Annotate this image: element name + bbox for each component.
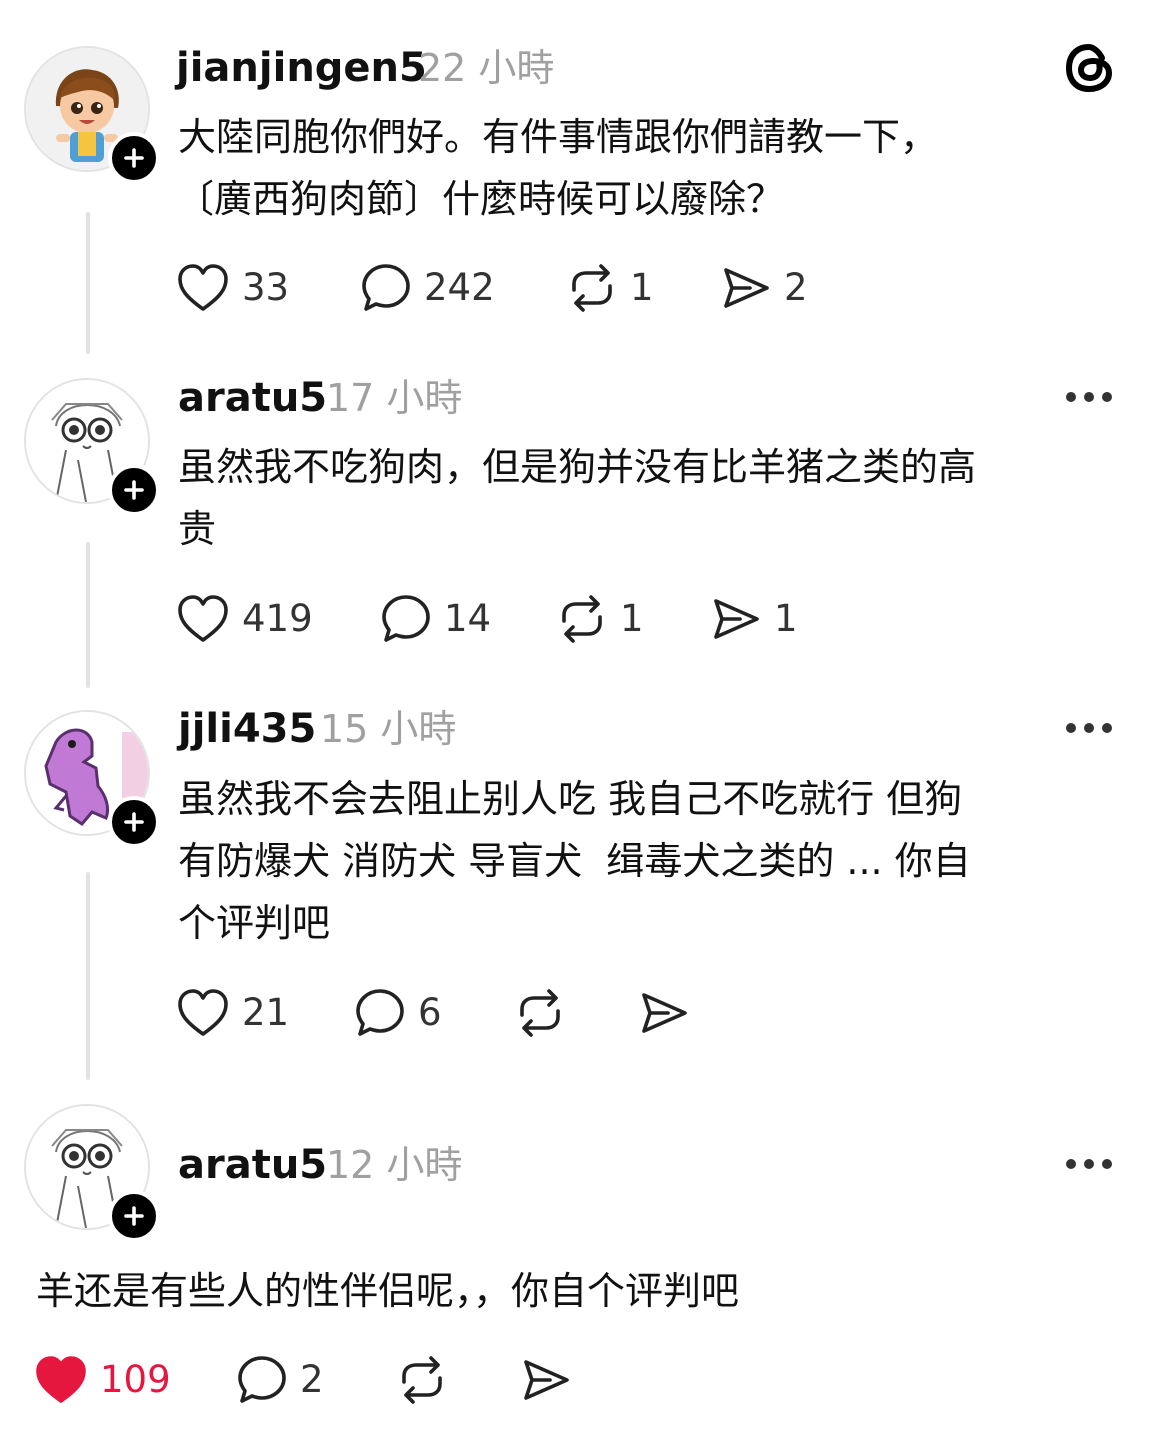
share-button[interactable]	[520, 1352, 572, 1408]
like-button[interactable]: 109	[34, 1352, 171, 1408]
share-button[interactable]: 2	[720, 260, 808, 316]
comment-icon	[362, 264, 410, 311]
reply-button[interactable]: 2	[236, 1352, 324, 1408]
more-icon[interactable]	[1064, 721, 1114, 735]
share-icon	[724, 268, 769, 308]
repost-icon	[520, 989, 560, 1037]
username[interactable]: aratu5	[178, 1141, 327, 1189]
repost-button[interactable]	[514, 985, 566, 1041]
like-count: 109	[100, 1358, 171, 1401]
comment-icon	[382, 595, 430, 642]
comment-icon	[356, 989, 404, 1036]
heart-icon	[178, 989, 228, 1036]
follow-plus-button[interactable]	[108, 464, 160, 516]
post-text-line: 贵	[178, 507, 217, 551]
post-text-line: 个评判吧	[178, 901, 331, 945]
like-button[interactable]: 419	[176, 591, 313, 647]
repost-icon	[562, 595, 602, 643]
plus-icon	[124, 812, 144, 832]
plus-icon	[124, 148, 144, 168]
post-text-line: 羊还是有些人的性伴侣呢，，你自个评判吧	[36, 1269, 740, 1313]
share-icon	[524, 1360, 569, 1400]
threads-logo-icon[interactable]	[1062, 40, 1118, 96]
follow-plus-button[interactable]	[108, 796, 160, 848]
like-count: 33	[242, 266, 290, 309]
share-button[interactable]: 1	[710, 591, 798, 647]
like-button[interactable]: 33	[176, 260, 289, 316]
repost-icon	[572, 264, 612, 312]
share-button[interactable]	[638, 985, 690, 1041]
post-time: 15 小時	[320, 707, 457, 751]
repost-count: 1	[630, 266, 654, 309]
like-count: 21	[242, 991, 290, 1034]
reply-count: 6	[418, 991, 442, 1034]
reply-count: 2	[300, 1358, 324, 1401]
post-text-line: 虽然我不会去阻止别人吃 我自己不吃就行 但狗	[178, 777, 963, 821]
follow-plus-button[interactable]	[108, 1190, 160, 1242]
post-text-line: 有防爆犬 消防犬 导盲犬 缉毒犬之类的 ... 你自	[178, 839, 971, 883]
reply-button[interactable]: 242	[360, 260, 495, 316]
repost-button[interactable]	[396, 1352, 448, 1408]
repost-count: 1	[620, 597, 644, 640]
post-text-line: 大陸同胞你們好。有件事情跟你們請教一下，	[178, 115, 939, 159]
post-time: 22 小時	[418, 46, 555, 90]
reply-count: 242	[424, 266, 495, 309]
heart-icon	[36, 1356, 86, 1403]
plus-icon	[124, 1206, 144, 1226]
like-count: 419	[242, 597, 313, 640]
reply-button[interactable]: 14	[380, 591, 491, 647]
thread-line	[86, 212, 90, 354]
reply-count: 14	[444, 597, 492, 640]
like-button[interactable]: 21	[176, 985, 289, 1041]
plus-icon	[124, 480, 144, 500]
follow-plus-button[interactable]	[108, 132, 160, 184]
share-icon	[642, 993, 687, 1033]
repost-button[interactable]: 1	[566, 260, 654, 316]
post-text-line: 〔廣西狗肉節〕什麼時候可以廢除？	[176, 177, 785, 221]
reply-button[interactable]: 6	[354, 985, 442, 1041]
heart-icon	[178, 264, 228, 311]
post-time: 17 小時	[326, 376, 463, 420]
repost-button[interactable]: 1	[556, 591, 644, 647]
post-time: 12 小時	[326, 1143, 463, 1187]
repost-icon	[402, 1356, 442, 1404]
share-icon	[714, 599, 759, 639]
share-count: 2	[784, 266, 808, 309]
share-count: 1	[774, 597, 798, 640]
username[interactable]: aratu5	[178, 374, 327, 422]
comment-icon	[238, 1356, 286, 1403]
username[interactable]: jianjingen5	[176, 44, 427, 92]
post-text-line: 虽然我不吃狗肉，但是狗并没有比羊猪之类的高	[178, 445, 977, 489]
thread-line	[86, 872, 90, 1080]
more-icon[interactable]	[1064, 390, 1114, 404]
heart-icon	[178, 595, 228, 642]
username[interactable]: jjli435	[178, 705, 316, 753]
thread-line	[86, 542, 90, 688]
more-icon[interactable]	[1064, 1157, 1114, 1171]
